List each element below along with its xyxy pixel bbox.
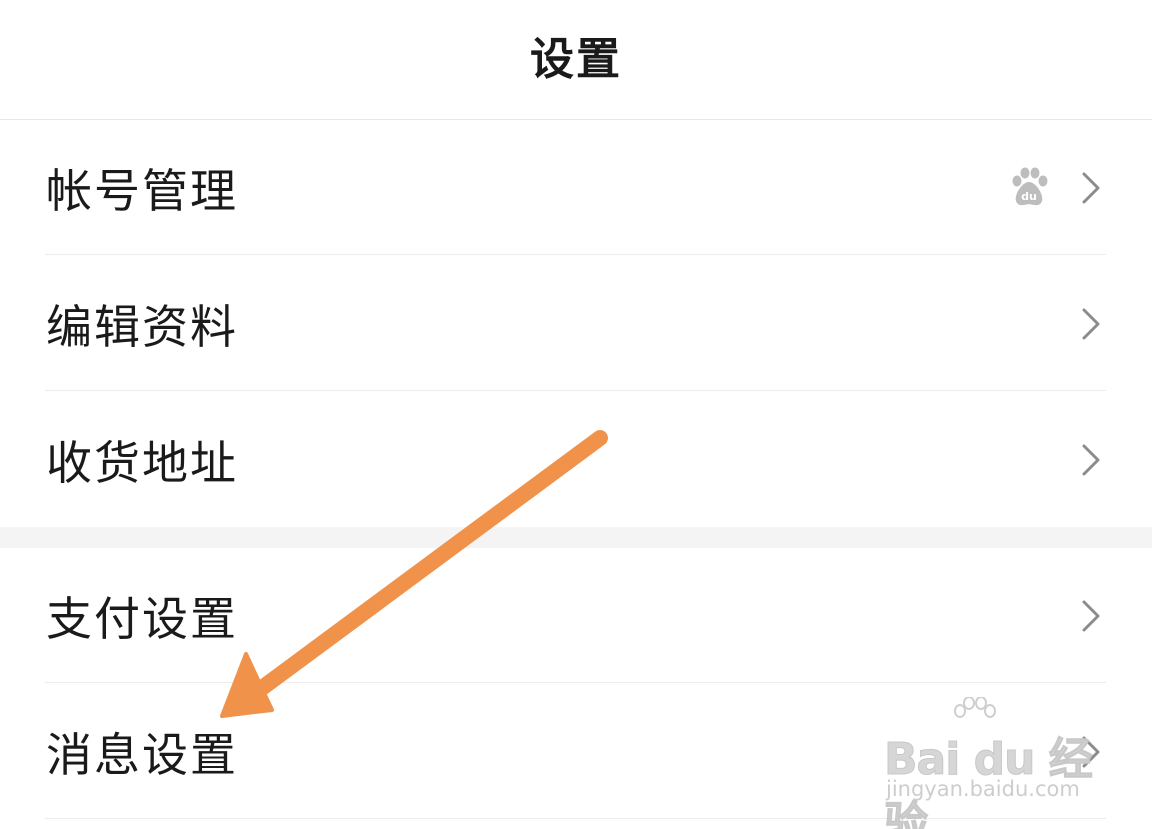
svg-text:du: du bbox=[1021, 190, 1037, 203]
settings-item-shipping-address[interactable]: 收货地址 bbox=[0, 392, 1152, 527]
settings-item-label: 帐号管理 bbox=[46, 163, 238, 218]
chevron-right-icon bbox=[1082, 172, 1100, 203]
chevron-right-icon bbox=[1082, 600, 1100, 631]
baidu-jingyan-watermark: Bai du 经验 jingyan.baidu.com bbox=[884, 697, 1104, 829]
settings-item-label: 收货地址 bbox=[46, 435, 238, 490]
chevron-right-icon bbox=[1082, 308, 1100, 339]
settings-item-payment[interactable]: 支付设置 bbox=[0, 548, 1152, 683]
divider bbox=[45, 390, 1106, 391]
group-separator bbox=[0, 527, 1152, 548]
watermark-brand: Bai du 经验 bbox=[884, 734, 1094, 829]
watermark-url: jingyan.baidu.com bbox=[886, 777, 1080, 801]
settings-item-account[interactable]: 帐号管理 du bbox=[0, 120, 1152, 255]
settings-item-label: 消息设置 bbox=[46, 727, 238, 782]
page-title: 设置 bbox=[530, 33, 622, 85]
divider bbox=[45, 254, 1106, 255]
baidu-paw-icon: du bbox=[1012, 167, 1048, 205]
chevron-right-icon bbox=[1082, 444, 1100, 475]
settings-item-label: 编辑资料 bbox=[46, 299, 238, 354]
divider bbox=[45, 682, 1106, 683]
settings-page: 设置 帐号管理 du 编辑资料 收货地址 支付设置 消息设置 Bai du 经验… bbox=[0, 0, 1152, 829]
settings-item-label: 支付设置 bbox=[46, 591, 238, 646]
settings-item-edit-profile[interactable]: 编辑资料 bbox=[0, 256, 1152, 391]
navigation-bar: 设置 bbox=[0, 0, 1152, 120]
